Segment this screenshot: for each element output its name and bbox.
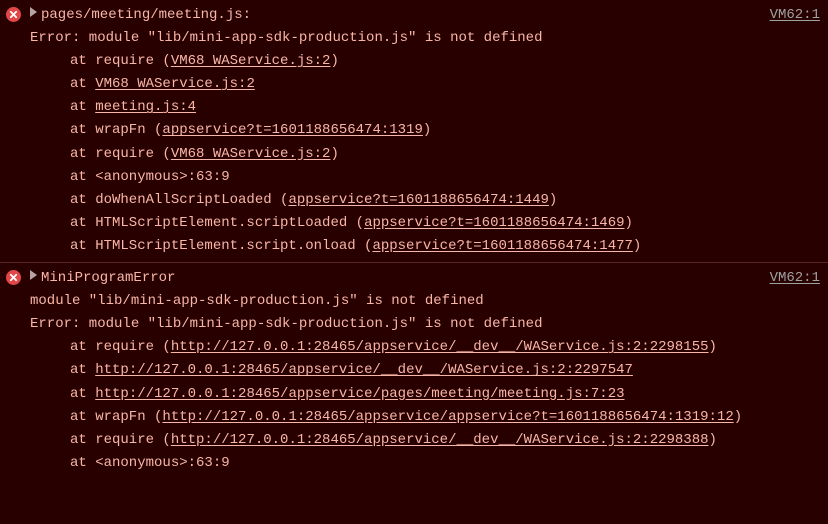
- stack-frame: at HTMLScriptElement.script.onload (apps…: [30, 235, 820, 258]
- stack-link[interactable]: appservice?t=1601188656474:1477: [372, 238, 632, 254]
- stack-frame: at require (VM68 WAService.js:2): [30, 50, 820, 73]
- stack-frame: at http://127.0.0.1:28465/appservice/pag…: [30, 383, 820, 406]
- stack-link[interactable]: http://127.0.0.1:28465/appservice/__dev_…: [171, 432, 709, 448]
- stack-frame: at VM68 WAService.js:2: [30, 73, 820, 96]
- stack-frame: at meeting.js:4: [30, 96, 820, 119]
- disclosure-icon[interactable]: [30, 7, 37, 17]
- stack-frame: at require (http://127.0.0.1:28465/appse…: [70, 429, 820, 452]
- error-entry: VM62:1 MiniProgramError module "lib/mini…: [0, 262, 828, 479]
- stack-link[interactable]: VM68 WAService.js:2: [171, 146, 331, 162]
- stack-link[interactable]: meeting.js:4: [95, 99, 196, 115]
- stack-frame: at HTMLScriptElement.scriptLoaded (appse…: [30, 212, 820, 235]
- stack-link[interactable]: http://127.0.0.1:28465/appservice/__dev_…: [95, 362, 633, 378]
- error-message: Error: module "lib/mini-app-sdk-producti…: [30, 313, 820, 336]
- stack-link[interactable]: http://127.0.0.1:28465/appservice/pages/…: [95, 386, 624, 402]
- stack-link[interactable]: http://127.0.0.1:28465/appservice/__dev_…: [171, 339, 709, 355]
- error-message: Error: module "lib/mini-app-sdk-producti…: [30, 27, 820, 50]
- stack-frame: at require (VM68 WAService.js:2): [30, 143, 820, 166]
- console-panel: VM62:1 pages/meeting/meeting.js: Error: …: [0, 0, 828, 479]
- error-message: module "lib/mini-app-sdk-production.js" …: [30, 290, 820, 313]
- stack-frame: at wrapFn (http://127.0.0.1:28465/appser…: [70, 406, 820, 429]
- error-icon: [6, 270, 21, 285]
- stack-link[interactable]: appservice?t=1601188656474:1469: [364, 215, 624, 231]
- stack-frame: at doWhenAllScriptLoaded (appservice?t=1…: [30, 189, 820, 212]
- stack-frame: at http://127.0.0.1:28465/appservice/__d…: [30, 359, 820, 382]
- error-header: pages/meeting/meeting.js:: [30, 4, 820, 27]
- stack-link[interactable]: appservice?t=1601188656474:1449: [288, 192, 548, 208]
- stack-frame: at require (http://127.0.0.1:28465/appse…: [70, 336, 820, 359]
- disclosure-icon[interactable]: [30, 270, 37, 280]
- stack-link[interactable]: VM68 WAService.js:2: [171, 53, 331, 69]
- error-header: MiniProgramError: [30, 267, 820, 290]
- error-icon: [6, 7, 21, 22]
- error-entry: VM62:1 pages/meeting/meeting.js: Error: …: [0, 0, 828, 262]
- source-link[interactable]: VM62:1: [770, 4, 820, 27]
- source-link[interactable]: VM62:1: [770, 267, 820, 290]
- stack-link[interactable]: VM68 WAService.js:2: [95, 76, 255, 92]
- stack-link[interactable]: http://127.0.0.1:28465/appservice/appser…: [162, 409, 733, 425]
- stack-frame: at <anonymous>:63:9: [30, 166, 820, 189]
- stack-frame: at wrapFn (appservice?t=1601188656474:13…: [30, 119, 820, 142]
- stack-link[interactable]: appservice?t=1601188656474:1319: [162, 122, 422, 138]
- stack-frame: at <anonymous>:63:9: [30, 452, 820, 475]
